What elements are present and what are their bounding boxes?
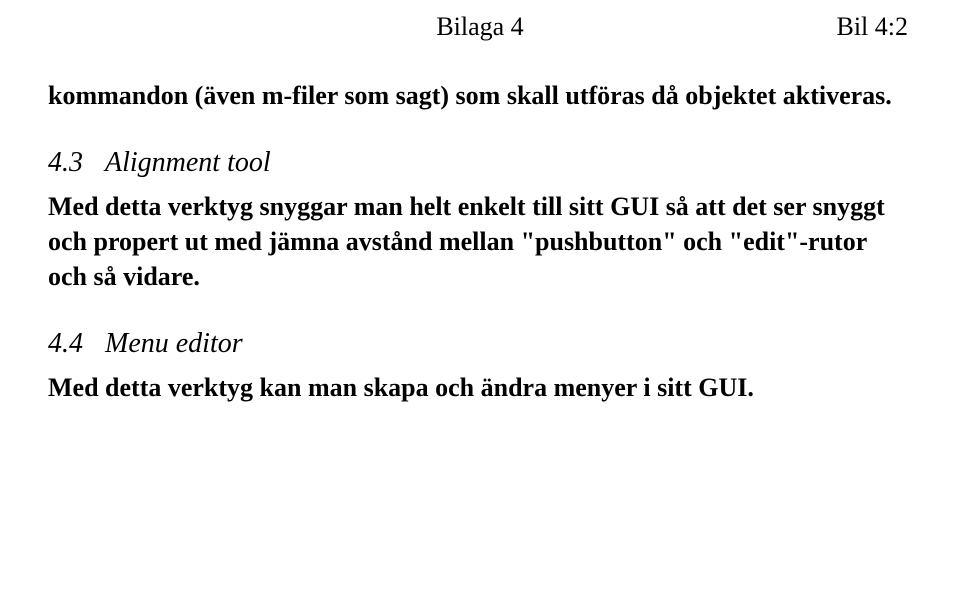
section-title: Alignment tool <box>105 147 271 178</box>
section-body-4-4: Med detta verktyg kan man skapa och ändr… <box>48 370 912 405</box>
section-number: 4.3 <box>48 147 83 179</box>
document-page: Bilaga 4 Bil 4:2 kommandon (även m-filer… <box>0 0 960 603</box>
section-heading-4-4: 4.4 Menu editor <box>48 328 912 360</box>
section-title: Menu editor <box>105 328 243 359</box>
section-heading-4-3: 4.3 Alignment tool <box>48 147 912 179</box>
section-body-4-3: Med detta verktyg snyggar man helt enkel… <box>48 189 912 294</box>
page-header: Bilaga 4 Bil 4:2 <box>48 12 912 42</box>
header-left: Bilaga 4 <box>436 12 523 42</box>
header-right: Bil 4:2 <box>836 12 908 42</box>
intro-paragraph: kommandon (även m-filer som sagt) som sk… <box>48 78 912 113</box>
section-number: 4.4 <box>48 328 83 360</box>
